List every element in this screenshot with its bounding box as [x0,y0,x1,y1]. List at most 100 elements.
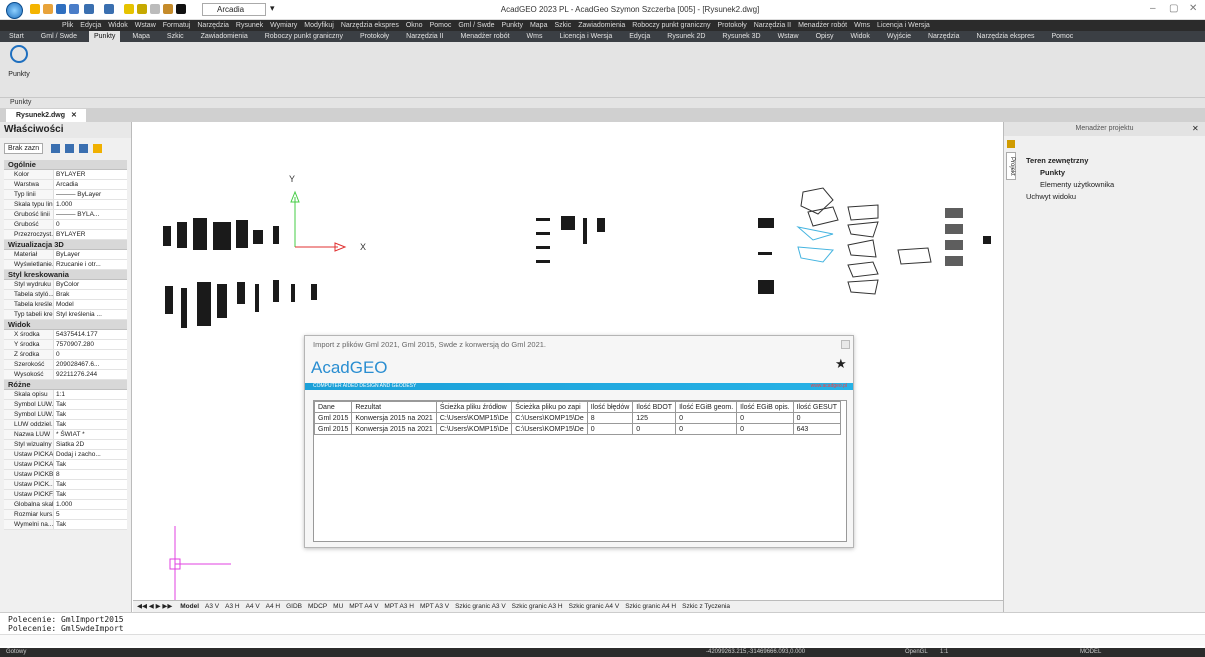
menu-item[interactable]: Licencja i Wersja [877,20,930,31]
column-header[interactable]: Rezultat [351,401,437,413]
property-row[interactable]: Ustaw PICKA...Tak [4,460,127,470]
property-row[interactable]: Wymelni na... Tak [4,520,127,530]
property-row[interactable]: Y środka 7570907.280 [4,340,127,350]
close-panel-icon[interactable]: ✕ [1192,124,1199,133]
property-row[interactable]: Typ linii ——— ByLayer [4,190,127,200]
table-cell[interactable]: Gml 2015 [313,423,353,435]
table-cell[interactable]: 0 [586,423,634,435]
tree-item[interactable]: Punkty [1040,168,1065,177]
ribbon-tab[interactable]: Szkic [162,31,189,42]
menu-item[interactable]: Edycja [80,20,101,31]
table-cell[interactable]: C:\Users\KOMP15\De [511,423,588,435]
layout-nav-icon[interactable]: ◀◀ ◀ ▶ ▶▶ [137,603,172,610]
qa-customize-icon[interactable]: ▾ [270,3,275,14]
menu-item[interactable]: Roboczy punkt graniczny [632,20,710,31]
property-value[interactable]: 92211276.244 [54,370,127,379]
favorite-star-icon[interactable]: ★ [835,356,847,372]
column-header[interactable]: Ilość błędów [586,401,634,413]
layout-tab[interactable]: A3 V [205,603,219,610]
property-row[interactable]: Wyświetlanie... Rzucanie i otr... [4,260,127,270]
select-objects-icon[interactable] [65,144,75,153]
property-value[interactable]: ByColor [54,280,127,289]
property-row[interactable]: Warstwa Arcadia [4,180,127,190]
selection-dropdown[interactable]: Brak zazn [4,143,44,155]
menu-item[interactable]: Wymiary [270,20,297,31]
menu-item[interactable]: Wms [854,20,870,31]
property-row[interactable]: Styl wydruku ByColor [4,280,127,290]
property-value[interactable]: Tak [54,460,127,469]
table-row[interactable]: Gml 2015 Konwersja 2015 na 2021 C:\Users\K… [313,423,842,435]
table-cell[interactable]: 125 [632,412,677,424]
open-file-icon[interactable] [43,4,53,14]
undo-icon[interactable] [84,4,94,14]
property-section-header[interactable]: Styl kreskowania [4,270,127,280]
property-value[interactable]: ——— BYLA... [54,210,127,219]
layout-tab[interactable]: A4 V [246,603,260,610]
menu-item[interactable]: Rysunek [236,20,263,31]
menu-item[interactable]: Narzędzia [197,20,229,31]
layout-tab[interactable]: A4 H [266,603,280,610]
document-tab[interactable]: Rysunek2.dwg ✕ [6,109,86,122]
ribbon-tab[interactable]: Punkty [88,31,121,42]
column-header[interactable]: Ilość EGiB opis. [736,401,794,413]
column-header[interactable]: Dane [313,401,353,413]
table-cell[interactable]: Konwersja 2015 na 2021 [351,423,437,435]
property-value[interactable]: 0 [54,220,127,229]
property-value[interactable]: Siatka 2D [54,440,127,449]
freeze-icon[interactable] [150,4,160,14]
property-row[interactable]: Grubość 0 [4,220,127,230]
column-header[interactable]: Ilość BDOT [632,401,677,413]
property-row[interactable]: Ustaw PICKF... Tak [4,490,127,500]
property-value[interactable]: * ŚWIAT * [54,430,127,439]
dialog-close-button[interactable] [841,340,850,349]
punkty-button[interactable]: Punkty [6,45,32,89]
menu-item[interactable]: Punkty [502,20,523,31]
ribbon-tab[interactable]: Gml / Swde [36,31,82,42]
property-value[interactable]: ByLayer [54,250,127,259]
property-value[interactable]: Brak [54,290,127,299]
tree-item[interactable]: Uchwyt widoku [1026,192,1076,201]
property-value[interactable]: 7570907.280 [54,340,127,349]
ribbon-tab[interactable]: Narzędzia II [401,31,448,42]
lock-icon[interactable] [163,4,173,14]
property-value[interactable]: Tak [54,490,127,499]
project-side-tab[interactable]: Projekt [1006,152,1016,180]
table-cell[interactable]: 0 [736,423,794,435]
property-value[interactable]: 0 [54,350,127,359]
model-status[interactable]: MODEL [1080,648,1101,657]
save-icon[interactable] [56,4,66,14]
menu-item[interactable]: Protokoły [718,20,747,31]
table-cell[interactable]: C:\Users\KOMP15\De [435,412,513,424]
close-tab-icon[interactable]: ✕ [71,112,77,119]
table-cell[interactable]: 0 [632,423,677,435]
property-value[interactable]: 1.000 [54,200,127,209]
property-value[interactable]: 1.000 [54,500,127,509]
property-row[interactable]: Wysokość 92211276.244 [4,370,127,380]
menu-item[interactable]: Wstaw [135,20,156,31]
ribbon-tab[interactable]: Narzędzia ekspres [972,31,1040,42]
command-input[interactable] [0,634,1205,646]
layout-tab[interactable]: MPT A3 H [384,603,414,610]
property-row[interactable]: Z środka 0 [4,350,127,360]
property-value[interactable]: 8 [54,470,127,479]
menu-item[interactable]: Modyfikuj [304,20,334,31]
property-row[interactable]: Typ tabeli kre... Styl kreślenia ... [4,310,127,320]
table-cell[interactable]: Gml 2015 [313,412,353,424]
menu-item[interactable]: Plik [62,20,73,31]
ribbon-tab[interactable]: Narzędzia [923,31,965,42]
property-row[interactable]: Tabela kreśle... Model [4,300,127,310]
property-row[interactable]: Przezroczyst... BYLAYER [4,230,127,240]
property-value[interactable]: Rzucanie i otr... [54,260,127,269]
minimize-button[interactable]: – [1150,3,1156,14]
table-cell[interactable]: 643 [792,423,842,435]
quick-select-icon[interactable] [78,144,88,153]
ribbon-tab[interactable]: Widok [845,31,874,42]
property-row[interactable]: Skala opisu 1:1 [4,390,127,400]
table-cell[interactable]: 0 [675,423,738,435]
ribbon-tab[interactable]: Protokoły [355,31,394,42]
property-row[interactable]: Tabela styló... Brak [4,290,127,300]
property-value[interactable]: Tak [54,400,127,409]
new-file-icon[interactable] [30,4,40,14]
property-value[interactable]: ——— ByLayer [54,190,127,199]
property-row[interactable]: Ustaw PICKB...8 [4,470,127,480]
